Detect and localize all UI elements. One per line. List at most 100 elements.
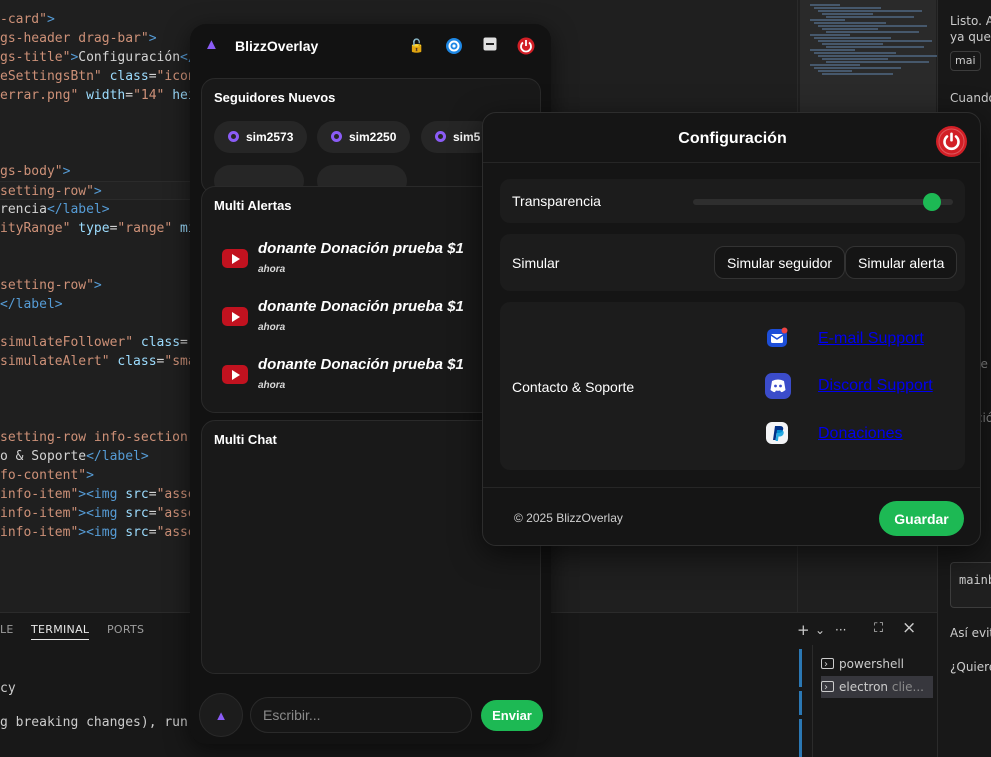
alert-user: donante [258, 240, 317, 257]
alert-user: donante [258, 298, 317, 315]
wizard-avatar-icon[interactable]: ▲ [199, 693, 243, 737]
chat-text: Cuando [950, 91, 991, 105]
discord-support-link[interactable]: Discord Support [818, 377, 933, 395]
followers-title: Seguidores Nuevos [214, 90, 336, 105]
unlock-icon[interactable]: 🔓 [408, 37, 426, 55]
alert-user: donante [258, 356, 317, 373]
maximize-panel-icon[interactable]: ⛶ [874, 621, 883, 636]
terminal-output-line: cy [0, 681, 16, 696]
terminal-item-powershell[interactable]: powershell [821, 653, 933, 675]
terminal-item-electron[interactable]: electron clie... [821, 676, 933, 698]
settings-header[interactable]: Configuración [483, 113, 980, 163]
app-title: BlizzOverlay [235, 38, 319, 54]
chat-footer: ▲ Enviar [190, 684, 551, 744]
power-icon[interactable] [936, 126, 967, 157]
panel-tab-ports[interactable]: PORTS [107, 623, 144, 636]
code-line: -card"> [0, 12, 55, 27]
wizard-logo-icon: ▲ [204, 36, 219, 53]
panel-tab-console[interactable]: LE [0, 623, 14, 636]
terminal-output-line: g breaking changes), run: [0, 715, 196, 730]
terminal-list: powershell electron clie... [812, 645, 937, 757]
email-support-link[interactable]: E-mail Support [818, 330, 924, 348]
discord-support-item: Discord Support [765, 373, 965, 403]
code-block: mainb [950, 562, 991, 608]
chat-text: Listo. A [950, 14, 991, 28]
chat-message-input[interactable] [250, 697, 472, 733]
contact-row: Contacto & Soporte E-mail Support Discor… [500, 302, 965, 470]
follower-name: sim5 [453, 130, 481, 144]
chevron-down-icon[interactable]: ⌄ [815, 623, 825, 637]
email-icon [765, 326, 789, 350]
panel-tab-terminal[interactable]: TERMINAL [31, 623, 90, 640]
alert-text: Donación prueba $1 [320, 240, 464, 257]
settings-footer: © 2025 BlizzOverlay Guardar [483, 487, 980, 545]
send-button[interactable]: Enviar [481, 700, 543, 731]
email-support-item: E-mail Support [765, 326, 965, 356]
user-icon [228, 131, 239, 142]
terminal-scroll-indicators [797, 645, 803, 757]
alert-text: Donación prueba $1 [320, 356, 464, 373]
contact-label: Contacto & Soporte [512, 379, 635, 395]
chat-text: Así evit [950, 626, 991, 640]
settings-title: Configuración [678, 130, 787, 147]
overlay-header[interactable]: ▲ BlizzOverlay 🔓 [190, 24, 551, 70]
alert-time: ahora [258, 380, 286, 391]
code-line: gs-title">Configuración</h2> [0, 50, 219, 65]
code-line: rencia</label> [0, 202, 110, 217]
follower-chip[interactable]: sim2573 [214, 121, 308, 153]
code-line: gs-body"> [0, 164, 71, 179]
code-line: fo-content"> [0, 468, 94, 483]
alert-item: donante Donación prueba $1 ahora [222, 240, 522, 284]
terminal-icon [821, 677, 834, 698]
donations-link[interactable]: Donaciones [818, 425, 903, 443]
file-reference-chip[interactable]: mai [950, 51, 981, 71]
simulate-label: Simular [512, 255, 560, 271]
follower-name: sim2573 [246, 130, 294, 144]
code-line: setting-row"> [0, 278, 102, 293]
terminal-name: powershell [839, 657, 904, 671]
minimap-slider[interactable] [800, 0, 936, 118]
alert-item: donante Donación prueba $1 ahora [222, 356, 522, 400]
chat-text: ¿Quiere [950, 660, 991, 674]
code-line: o & Soporte</label> [0, 449, 149, 464]
copyright-text: © 2025 BlizzOverlay [514, 511, 623, 525]
transparency-label: Transparencia [512, 193, 601, 209]
code-line: setting-row info-section"> [0, 430, 204, 445]
new-terminal-icon[interactable]: + [797, 621, 810, 639]
close-panel-icon[interactable]: × [902, 618, 916, 638]
desktop: -card"> gs-header drag-bar"> gs-title">Con… [0, 0, 991, 757]
youtube-icon [222, 249, 248, 268]
simulate-alert-button[interactable]: Simular alerta [845, 246, 958, 279]
settings-window: Configuración Transparencia Simular Simu… [482, 112, 981, 546]
user-icon [435, 131, 446, 142]
paypal-icon [765, 421, 789, 445]
chat-text: ya que [950, 30, 991, 44]
simulate-follower-button[interactable]: Simular seguidor [714, 246, 846, 279]
settings-gear-icon[interactable] [445, 37, 463, 55]
youtube-icon [222, 307, 248, 326]
simulate-row: Simular Simular seguidor Simular alerta [500, 234, 965, 291]
code-line: </label> [0, 297, 63, 312]
save-button[interactable]: Guardar [879, 501, 964, 536]
donations-item: Donaciones [765, 421, 965, 451]
discord-icon [765, 373, 791, 399]
transparency-row: Transparencia [500, 179, 965, 223]
terminal-name: electron [839, 680, 889, 694]
transparency-slider[interactable] [693, 193, 953, 211]
power-close-icon[interactable] [517, 37, 535, 55]
terminal-detail: clie... [891, 680, 924, 694]
alert-item: donante Donación prueba $1 ahora [222, 298, 522, 342]
follower-name: sim2250 [349, 130, 397, 144]
alert-text: Donación prueba $1 [320, 298, 464, 315]
alert-time: ahora [258, 322, 286, 333]
follower-chip[interactable]: sim2250 [317, 121, 411, 153]
youtube-icon [222, 365, 248, 384]
more-actions-icon[interactable]: ··· [835, 623, 846, 637]
chat-title: Multi Chat [214, 432, 277, 447]
alerts-title: Multi Alertas [214, 198, 292, 213]
slider-thumb[interactable] [923, 193, 942, 211]
terminal-icon [821, 654, 834, 675]
alert-time: ahora [258, 264, 286, 275]
minimize-icon[interactable] [481, 37, 499, 55]
user-icon [331, 131, 342, 142]
